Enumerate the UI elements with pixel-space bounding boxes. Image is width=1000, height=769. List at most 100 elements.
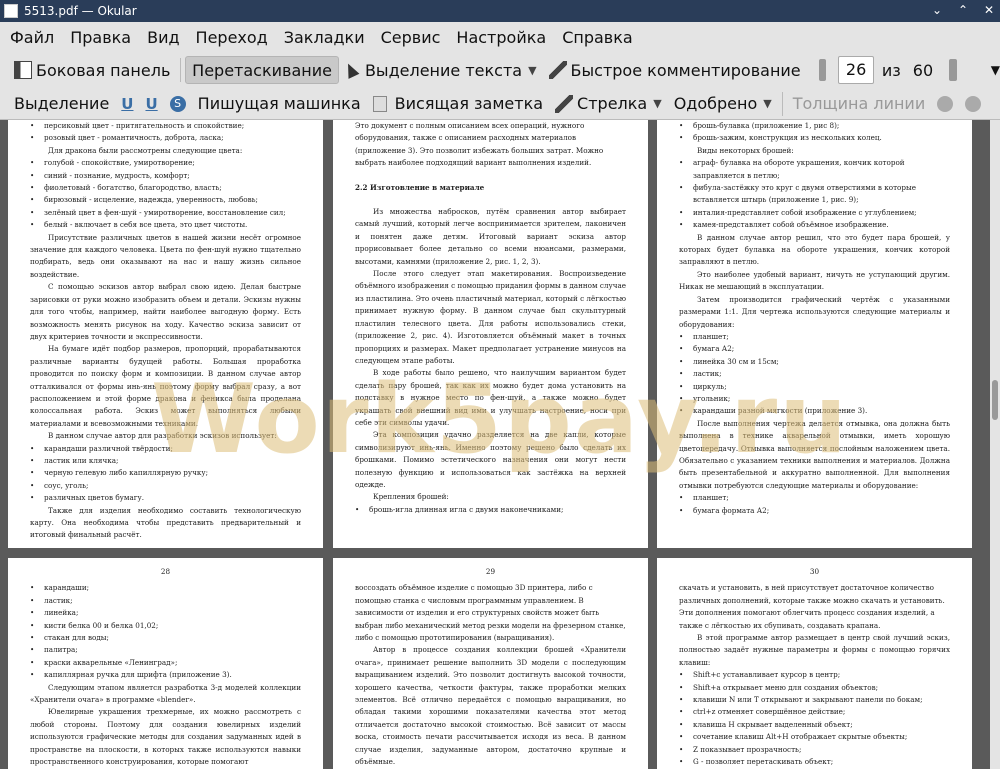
sidebar-button[interactable]: Боковая панель — [8, 56, 176, 84]
list-item: Shift+a открывает меню для создания объе… — [679, 682, 950, 695]
menu-help[interactable]: Справка — [556, 28, 639, 47]
minimize-button[interactable]: ⌄ — [930, 3, 944, 17]
line-width-button[interactable]: Толщина линии — [787, 90, 932, 118]
paragraph: Это документ с полным описанием всех опе… — [355, 121, 604, 168]
arrow-tool-button[interactable]: Стрелка ▼ — [549, 90, 668, 118]
document-viewer[interactable]: персиковый цвет - притягательность и спо… — [0, 120, 990, 769]
paragraph: Виды некоторых брошей: — [697, 145, 794, 155]
list-item: Z показывает прозрачность; — [679, 744, 950, 757]
underline-icon[interactable]: U — [121, 95, 133, 113]
typewriter-tool-button[interactable]: Пишущая машинка — [192, 90, 367, 118]
paragraph: После этого следует этап макетирования. … — [355, 269, 626, 365]
toolbar-separator — [180, 58, 182, 82]
list-item: соус, уголь; — [30, 480, 301, 493]
chevron-down-icon[interactable]: ▼ — [653, 97, 661, 110]
highlight-tool-button[interactable]: Выделение — [8, 90, 115, 118]
list-item: Shift+c устанавливает курсор в центр; — [679, 669, 950, 682]
page-number: 29 — [485, 567, 496, 576]
popup-note-label: Висящая заметка — [394, 94, 544, 113]
pdf-page: 28 карандаши;ластик;линейка;кисти белка 0… — [8, 558, 323, 769]
maximize-button[interactable]: ⌃ — [956, 3, 970, 17]
title-bar[interactable]: 5513.pdf — Okular ⌄ ⌃ ✕ — [0, 0, 1000, 22]
paragraph: Из множества набросков, путём сравнения … — [355, 207, 626, 266]
paragraph: Также для изделия необходимо составить т… — [30, 505, 301, 540]
list-item: клавиши N или T открывают и закрывают па… — [679, 694, 950, 707]
paragraph: Затем производится графический чертёж с … — [679, 294, 950, 329]
list-item: фиолетовый - богатство, благородство, вл… — [30, 182, 301, 195]
scrollbar-thumb[interactable] — [992, 380, 998, 420]
menu-file[interactable]: Файл — [4, 28, 60, 47]
main-toolbar: Боковая панель Перетаскивание Выделение … — [0, 52, 1000, 88]
list-item: бумага формата А2; — [679, 505, 950, 518]
list-item: белый - включает в себя все цвета, это ц… — [30, 219, 301, 232]
menu-bookmarks[interactable]: Закладки — [278, 28, 371, 47]
text-select-tool-button[interactable]: Выделение текста ▼ — [339, 56, 543, 84]
list-item: синий - познание, мудрость, комфорт; — [30, 170, 301, 183]
paragraph: Ювелирные украшения трехмерные, их можно… — [30, 707, 301, 767]
list-item: карандаши; — [30, 582, 301, 595]
note-icon — [372, 95, 387, 112]
paragraph: Присутствие различных цветов в нашей жиз… — [30, 232, 301, 279]
list-item: стакан для воды; — [30, 632, 301, 645]
list-item: циркуль; — [679, 381, 950, 394]
chevron-down-icon[interactable]: ▼ — [528, 64, 536, 77]
typewriter-label: Пишущая машинка — [197, 94, 361, 113]
list-item: фибула-застёжку это круг с двумя отверст… — [679, 182, 950, 207]
list-item: палитра; — [30, 644, 301, 657]
list-item: планшет; — [679, 492, 950, 505]
menu-go[interactable]: Переход — [190, 28, 274, 47]
list-item: ctrl+z отменяет совершённое действие; — [679, 706, 950, 719]
paragraph: В данном случае автор решил, что это буд… — [679, 232, 950, 267]
page-total: 60 — [912, 60, 934, 80]
next-page-button[interactable] — [949, 59, 957, 81]
cursor-icon — [342, 61, 360, 79]
close-button[interactable]: ✕ — [982, 3, 996, 17]
chevron-down-icon[interactable]: ▼ — [763, 97, 771, 110]
squiggle-icon[interactable]: U — [145, 95, 157, 113]
toolbar-overflow-icon[interactable]: ▼ — [991, 63, 1000, 77]
pdf-page: брошь-булавка (приложение 1, рис 8);брош… — [657, 120, 972, 548]
opacity-icon[interactable] — [965, 95, 982, 112]
browse-tool-label: Перетаскивание — [192, 60, 332, 80]
stamp-tool-button[interactable]: Одобрено ▼ — [668, 90, 778, 118]
paragraph: Крепления брошей: — [373, 492, 449, 502]
strikeout-icon[interactable]: S — [169, 95, 186, 112]
paragraph: Эта композиция удачно разделяется на две… — [355, 430, 626, 489]
page-number: 28 — [160, 567, 171, 576]
list-item: ластик или клячка; — [30, 455, 301, 468]
paragraph: После выполнения чертежа делается отмывк… — [679, 418, 950, 490]
pdf-page: 30 скачать и установить, в ней присутству… — [657, 558, 972, 769]
paragraph: Для дракона были рассмотрены следующие ц… — [48, 145, 243, 155]
list-item: бирюзовый - исцеление, надежда, уверенно… — [30, 194, 301, 207]
paragraph: В этой программе автор размещает в центр… — [679, 633, 950, 667]
popup-note-tool-button[interactable]: Висящая заметка — [367, 90, 549, 118]
menu-view[interactable]: Вид — [141, 28, 185, 47]
list-item: сочетание клавиш Alt+H отображает скрыты… — [679, 731, 950, 744]
list-item: инталия-представляет собой изображение с… — [679, 207, 950, 220]
list-item: розовый цвет - романтичность, доброта, л… — [30, 132, 301, 145]
pen-icon — [548, 61, 567, 79]
color-icon[interactable] — [937, 95, 954, 112]
stamp-label: Одобрено — [673, 94, 758, 113]
sidebar-icon — [14, 61, 32, 79]
menu-settings[interactable]: Настройка — [450, 28, 552, 47]
pdf-page: персиковый цвет - притягательность и спо… — [8, 120, 323, 548]
list-item: линейка 30 см и 15см; — [679, 356, 950, 369]
page-number-input[interactable]: 26 — [838, 56, 874, 84]
menu-edit[interactable]: Правка — [64, 28, 137, 47]
list-item: кисти белка 00 и белка 01,02; — [30, 620, 301, 633]
list-item: карандаши разной мягкости (приложение 3)… — [679, 405, 950, 418]
menu-tools[interactable]: Сервис — [375, 28, 447, 47]
quick-annotation-button[interactable]: Быстрое комментирование — [543, 56, 807, 84]
list-item: краски акварельные «Ленинград»; — [30, 657, 301, 670]
list-item: угольник; — [679, 393, 950, 406]
paragraph: С помощью эскизов автор выбрал свою идею… — [30, 282, 301, 341]
vertical-scrollbar[interactable] — [990, 120, 1000, 769]
paragraph: В данном случае автор для разработки эск… — [48, 431, 277, 441]
paragraph: Это наиболее удобный вариант, ничуть не … — [679, 269, 950, 292]
list-item: брошь-зажим, конструкция из нескольких к… — [679, 132, 950, 145]
arrow-pen-icon — [555, 94, 574, 113]
previous-page-button[interactable] — [818, 59, 827, 81]
browse-tool-button[interactable]: Перетаскивание — [185, 56, 339, 84]
arrow-label: Стрелка — [577, 94, 648, 113]
